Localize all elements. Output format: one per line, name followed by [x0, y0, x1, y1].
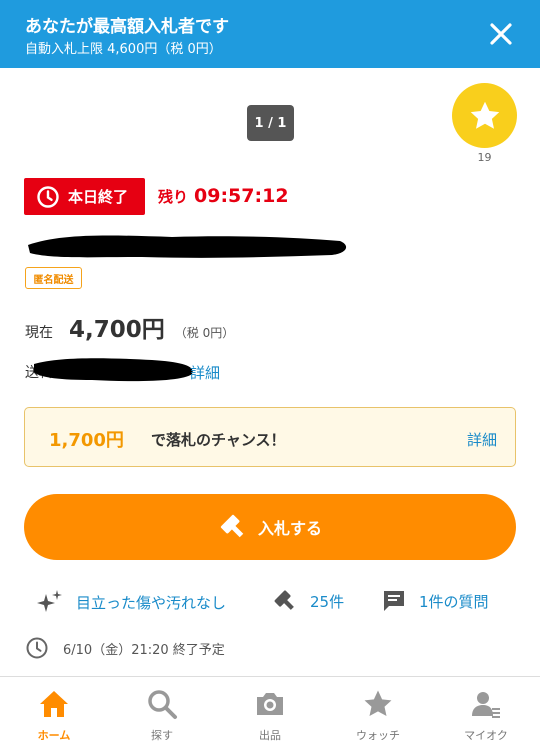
banner-title: あなたが最高額入札者です — [25, 17, 229, 37]
redacted-shipping-info — [34, 358, 193, 382]
top-bid-status-banner: あなたが最高額入札者です 自動入札上限 4,600円（税 0円） — [0, 0, 540, 68]
clock-icon — [37, 185, 59, 208]
camera-icon — [257, 693, 283, 715]
nav-home[interactable]: ホーム — [0, 677, 108, 750]
buy-now-text: で落札のチャンス！ — [151, 431, 286, 449]
nav-watch[interactable]: ウォッチ — [324, 677, 432, 750]
favorite-count: 19 — [477, 151, 492, 164]
chat-icon — [384, 591, 404, 611]
remaining-countdown: 09:57:12 — [194, 185, 289, 207]
account-icon — [472, 692, 500, 718]
remaining-label: 残り — [158, 188, 189, 206]
buy-now-box[interactable]: 1,700円 で落札のチャンス！ 詳細 — [24, 407, 516, 467]
star-icon — [470, 101, 499, 129]
item-condition[interactable]: 目立った傷や汚れなし — [36, 588, 226, 616]
item-condition-text: 目立った傷や汚れなし — [76, 593, 227, 612]
buy-now-detail-link[interactable]: 詳細 — [467, 429, 497, 450]
bottom-nav: ホーム 探す 出品 ウォッチ マイオク — [0, 676, 540, 750]
current-price-label: 現在 — [25, 325, 53, 341]
current-price-row: 現在 4,700円 （税 0円） — [25, 310, 234, 344]
price-tax: （税 0円） — [174, 326, 235, 340]
star-icon — [364, 690, 392, 717]
home-icon — [40, 691, 68, 717]
nav-sell[interactable]: 出品 — [216, 677, 324, 750]
bid-button-label: 入札する — [257, 519, 322, 538]
nav-sell-label: 出品 — [259, 729, 281, 742]
nav-myauction[interactable]: マイオク — [432, 677, 540, 750]
nav-myauction-label: マイオク — [464, 729, 508, 742]
question-count-text: 1件の質問 — [419, 592, 489, 611]
image-counter: 1 / 1 — [247, 105, 294, 141]
sparkle-icon — [37, 590, 62, 612]
search-icon — [148, 690, 177, 719]
bid-count-text: 25件 — [310, 592, 345, 611]
ends-today-label: 本日終了 — [68, 188, 129, 206]
bid-button[interactable]: 入札する — [24, 494, 516, 560]
banner-subtitle: 自動入札上限 4,600円（税 0円） — [25, 42, 222, 57]
remaining-time: 残り 09:57:12 — [158, 185, 289, 207]
bid-count[interactable]: 25件 — [272, 588, 344, 614]
redacted-item-title — [28, 235, 347, 258]
close-icon[interactable] — [484, 17, 518, 51]
nav-home-label: ホーム — [37, 729, 71, 742]
question-count[interactable]: 1件の質問 — [381, 588, 489, 614]
clock-icon — [26, 637, 48, 659]
ends-today-badge: 本日終了 — [24, 178, 145, 215]
gavel-icon — [274, 590, 294, 610]
nav-search-label: 探す — [151, 729, 173, 742]
buy-now-price: 1,700円 — [49, 430, 124, 451]
gavel-icon — [220, 514, 244, 538]
current-price: 4,700円 — [69, 317, 165, 343]
shipping-detail-link[interactable]: 詳細 — [190, 362, 220, 383]
nav-watch-label: ウォッチ — [356, 729, 400, 742]
end-time-text: 6/10（金）21:20 終了予定 — [63, 642, 225, 658]
nav-search[interactable]: 探す — [108, 677, 216, 750]
anonymous-shipping-tag: 匿名配送 — [25, 267, 82, 289]
favorite-button[interactable] — [452, 83, 517, 148]
end-time-row: 6/10（金）21:20 終了予定 — [25, 636, 225, 660]
